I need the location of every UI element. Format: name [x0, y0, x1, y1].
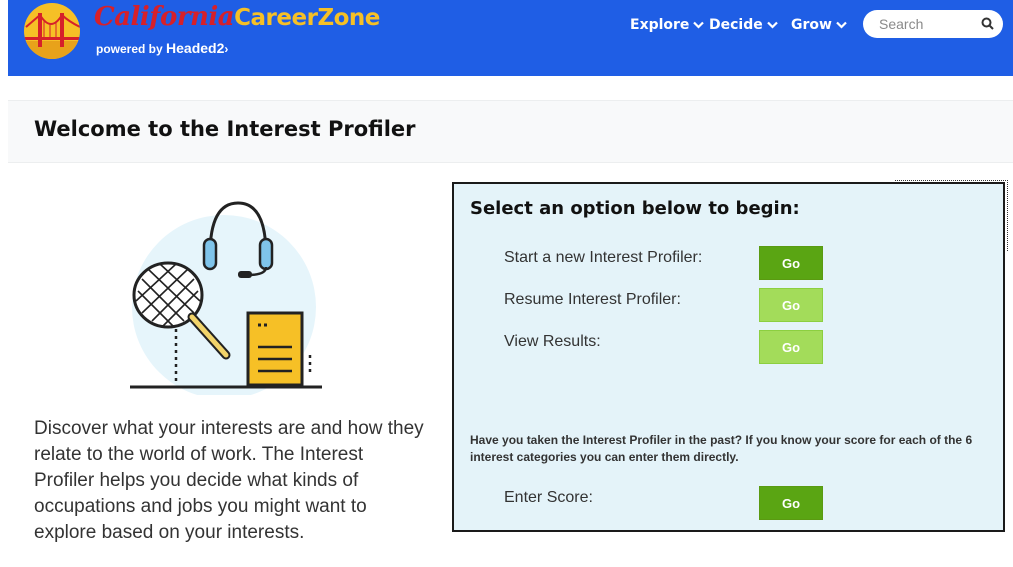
view-results-go-button[interactable]: Go [759, 330, 823, 364]
tagline-prefix: powered by [96, 42, 163, 56]
nav-grow[interactable]: Grow [791, 14, 847, 36]
golden-gate-logo-icon[interactable] [24, 3, 80, 59]
tagline[interactable]: powered by Headed2› [96, 40, 228, 56]
interest-illustration [130, 201, 322, 395]
chevron-down-icon [836, 21, 847, 29]
profiler-description: Discover what your interests are and how… [34, 418, 424, 543]
nav-explore[interactable]: Explore [630, 14, 705, 36]
resume-go-button[interactable]: Go [759, 288, 823, 322]
brand-main: CareerZone [234, 5, 380, 31]
document-icon [246, 311, 312, 387]
search-input[interactable]: Search [863, 10, 1003, 38]
option-label-enter-score: Enter Score: [504, 489, 593, 506]
enter-score-go-button[interactable]: Go [759, 486, 823, 520]
past-results-note: Have you taken the Interest Profiler in … [470, 433, 973, 464]
tagline-brand: Headed2 [166, 40, 225, 56]
nav-decide-label: Decide [709, 17, 763, 33]
search-placeholder: Search [879, 16, 924, 32]
start-new-go-button[interactable]: Go [759, 246, 823, 280]
panel-heading: Select an option below to begin: [470, 198, 800, 219]
site-header: CaliforniaCareerZone powered by Headed2›… [8, 0, 1013, 76]
nav-decide[interactable]: Decide [709, 14, 778, 36]
option-label-resume: Resume Interest Profiler: [504, 291, 681, 308]
title-band: Welcome to the Interest Profiler [8, 100, 1013, 163]
brand-name[interactable]: CaliforniaCareerZone [94, 2, 380, 32]
brand-script: California [94, 2, 235, 32]
chevron-down-icon [693, 21, 705, 29]
options-panel: Select an option below to begin: Start a… [452, 182, 1005, 532]
option-label-start: Start a new Interest Profiler: [504, 249, 703, 266]
nav-grow-label: Grow [791, 17, 832, 33]
nav-explore-label: Explore [630, 17, 690, 33]
search-icon[interactable] [981, 17, 994, 30]
option-label-results: View Results: [504, 333, 601, 350]
chevron-down-icon [766, 21, 778, 29]
tagline-arrow: › [224, 42, 229, 56]
page-title: Welcome to the Interest Profiler [34, 117, 416, 141]
